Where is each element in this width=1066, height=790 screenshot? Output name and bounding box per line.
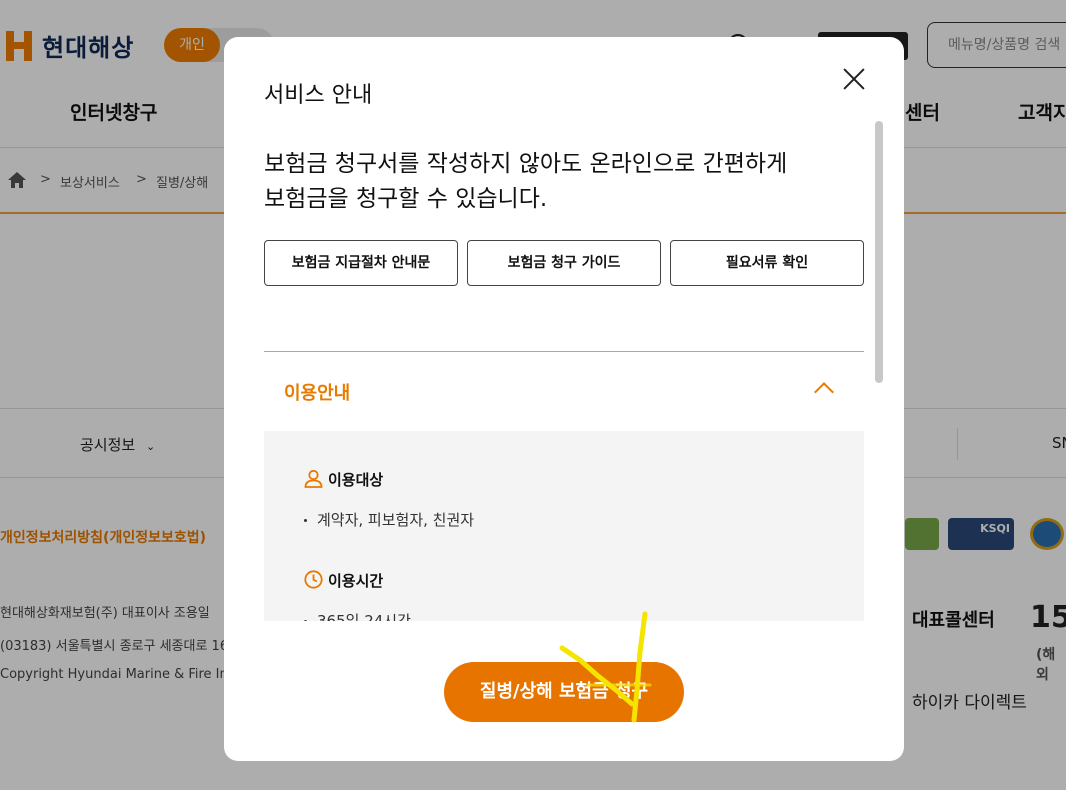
scrollbar-thumb[interactable] [875, 121, 883, 383]
payment-procedure-button[interactable]: 보험금 지급절차 안내문 [264, 240, 458, 286]
list-item: 365일 24시간 [304, 610, 411, 621]
usage-info-accordion-header[interactable]: 이용안내 [264, 352, 864, 431]
usage-info-accordion-body: 이용대상 계약자, 피보험자, 친권자 이용시간 365일 24시간 [264, 431, 864, 621]
disease-injury-claim-button[interactable]: 질병/상해 보험금 청구 [444, 662, 684, 722]
modal-title: 서비스 안내 [264, 83, 373, 108]
section-title: 이용대상 [328, 471, 384, 489]
accordion-label: 이용안내 [284, 383, 351, 404]
list-item: 계약자, 피보험자, 친권자 [304, 509, 474, 530]
modal-lead-text: 보험금 청구서를 작성하지 않아도 온라인으로 간편하게 보험금을 청구할 수 … [264, 147, 824, 217]
lead-line: 보험금을 청구할 수 있습니다. [264, 186, 548, 212]
modal-scrollbar[interactable] [875, 121, 883, 621]
lead-line: 보험금 청구서를 작성하지 않아도 온라인으로 간편하게 [264, 151, 788, 177]
claim-guide-button[interactable]: 보험금 청구 가이드 [467, 240, 661, 286]
section-title: 이용시간 [328, 572, 384, 590]
person-icon [304, 469, 323, 488]
guide-button-row: 보험금 지급절차 안내문 보험금 청구 가이드 필요서류 확인 [264, 240, 864, 286]
clock-icon [304, 570, 323, 589]
chevron-up-icon [814, 382, 834, 402]
service-info-modal: 서비스 안내 보험금 청구서를 작성하지 않아도 온라인으로 간편하게 보험금을… [224, 37, 904, 761]
required-docs-button[interactable]: 필요서류 확인 [670, 240, 864, 286]
close-icon[interactable] [836, 61, 872, 97]
